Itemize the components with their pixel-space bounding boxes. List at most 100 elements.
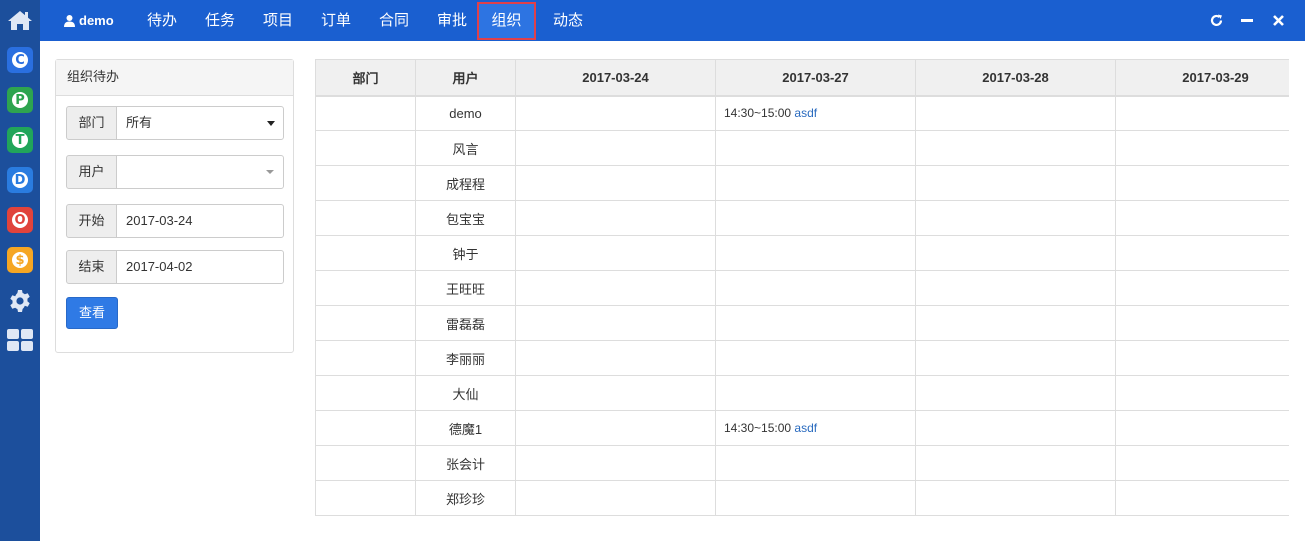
date-cell-event — [715, 375, 916, 411]
date-cell — [515, 165, 716, 201]
table-row: 王旺旺 — [315, 270, 1289, 306]
view-button[interactable]: 查看 — [66, 297, 118, 329]
user-name: demo — [79, 13, 114, 28]
date-cell — [1115, 95, 1289, 131]
end-field: 结束 2017-04-02 — [66, 250, 284, 284]
dept-cell — [315, 445, 416, 481]
table-row: demo 14:30~15:00 asdf — [315, 95, 1289, 131]
user-cell: 王旺旺 — [415, 270, 516, 306]
date-cell — [915, 270, 1116, 306]
col-header-date-4[interactable]: 2017-03-29 — [1115, 59, 1289, 97]
filter-panel: 组织待办 部门 所有 用户 开始 2017-03-24 结束 2017-04-0… — [55, 59, 294, 353]
date-cell-event — [715, 130, 916, 166]
nav-item-6[interactable]: 审批 — [432, 2, 472, 40]
nav-item-1[interactable]: 待办 — [142, 2, 182, 40]
date-cell-event: 14:30~15:00 asdf — [715, 410, 916, 446]
event-time: 14:30~15:00 — [724, 421, 792, 435]
nav-item-3[interactable]: 项目 — [258, 2, 298, 40]
date-cell — [515, 375, 716, 411]
chevron-down-icon — [266, 170, 274, 174]
user-cell: 郑珍珍 — [415, 480, 516, 516]
col-header-date-2[interactable]: 2017-03-27 — [715, 59, 916, 97]
dept-cell — [315, 95, 416, 131]
nav-item-5[interactable]: 合同 — [374, 2, 414, 40]
dept-cell — [315, 165, 416, 201]
d-icon[interactable]: D — [7, 167, 33, 193]
date-cell — [1115, 165, 1289, 201]
date-cell-event — [715, 305, 916, 341]
event-link[interactable]: asdf — [794, 106, 817, 120]
col-header-dept[interactable]: 部门 — [315, 59, 416, 97]
date-cell — [1115, 480, 1289, 516]
col-header-date-3[interactable]: 2017-03-28 — [915, 59, 1116, 97]
close-icon[interactable] — [1270, 12, 1286, 28]
c-icon[interactable]: C — [7, 47, 33, 73]
table-header-row: 部门 用户 2017-03-24 2017-03-27 2017-03-28 2… — [315, 59, 1289, 97]
t-icon[interactable]: T — [7, 127, 33, 153]
grid-icon[interactable] — [7, 327, 33, 353]
user-cell: 张会计 — [415, 445, 516, 481]
end-date-input[interactable]: 2017-04-02 — [116, 250, 284, 284]
date-cell — [515, 340, 716, 376]
dept-cell — [315, 235, 416, 271]
minimize-icon[interactable] — [1239, 12, 1255, 28]
dept-cell — [315, 410, 416, 446]
home-icon[interactable] — [0, 0, 40, 40]
table-row: 雷磊磊 — [315, 305, 1289, 341]
dept-cell — [315, 305, 416, 341]
date-cell-event — [715, 445, 916, 481]
date-cell — [915, 305, 1116, 341]
table-row: 包宝宝 — [315, 200, 1289, 236]
col-header-user[interactable]: 用户 — [415, 59, 516, 97]
nav-item-8[interactable]: 动态 — [548, 2, 588, 40]
user-label: 用户 — [66, 155, 117, 189]
dept-select[interactable]: 所有 — [116, 106, 284, 140]
date-cell-event — [715, 270, 916, 306]
start-date-input[interactable]: 2017-03-24 — [116, 204, 284, 238]
date-cell — [1115, 235, 1289, 271]
event-link[interactable]: asdf — [794, 421, 817, 435]
p-icon[interactable]: P — [7, 87, 33, 113]
nav-item-7[interactable]: 组织 — [477, 2, 536, 40]
date-cell-event — [715, 235, 916, 271]
user-cell: 李丽丽 — [415, 340, 516, 376]
top-nav-bar: demo 待办 任务 项目 订单 合同 审批 组织 动态 — [40, 0, 1305, 41]
table-row: 大仙 — [315, 375, 1289, 411]
date-cell — [1115, 340, 1289, 376]
date-cell — [515, 270, 716, 306]
user-menu[interactable]: demo — [64, 0, 114, 41]
nav-item-2[interactable]: 任务 — [200, 2, 240, 40]
col-header-date-1[interactable]: 2017-03-24 — [515, 59, 716, 97]
date-cell — [515, 480, 716, 516]
nav-item-4[interactable]: 订单 — [316, 2, 356, 40]
o-icon[interactable]: O — [7, 207, 33, 233]
date-cell-event — [715, 480, 916, 516]
date-cell — [915, 235, 1116, 271]
user-cell: demo — [415, 95, 516, 131]
end-label: 结束 — [66, 250, 117, 284]
dollar-icon[interactable]: $ — [7, 247, 33, 273]
user-cell: 成程程 — [415, 165, 516, 201]
table-row: 成程程 — [315, 165, 1289, 201]
user-select[interactable] — [116, 155, 284, 189]
date-cell — [1115, 410, 1289, 446]
table-row: 德魔1 14:30~15:00 asdf — [315, 410, 1289, 446]
gear-icon[interactable] — [7, 288, 33, 314]
app-letter: O — [12, 212, 28, 228]
date-cell — [1115, 130, 1289, 166]
date-cell — [515, 95, 716, 131]
date-cell — [915, 130, 1116, 166]
user-cell: 雷磊磊 — [415, 305, 516, 341]
dept-cell — [315, 200, 416, 236]
refresh-icon[interactable] — [1208, 12, 1224, 28]
table-row: 李丽丽 — [315, 340, 1289, 376]
date-cell — [915, 375, 1116, 411]
date-cell — [1115, 200, 1289, 236]
user-icon — [64, 14, 75, 27]
app-letter: C — [12, 52, 28, 68]
start-label: 开始 — [66, 204, 117, 238]
user-cell: 风言 — [415, 130, 516, 166]
date-cell-event — [715, 340, 916, 376]
app-letter: T — [12, 132, 28, 148]
date-cell — [515, 130, 716, 166]
